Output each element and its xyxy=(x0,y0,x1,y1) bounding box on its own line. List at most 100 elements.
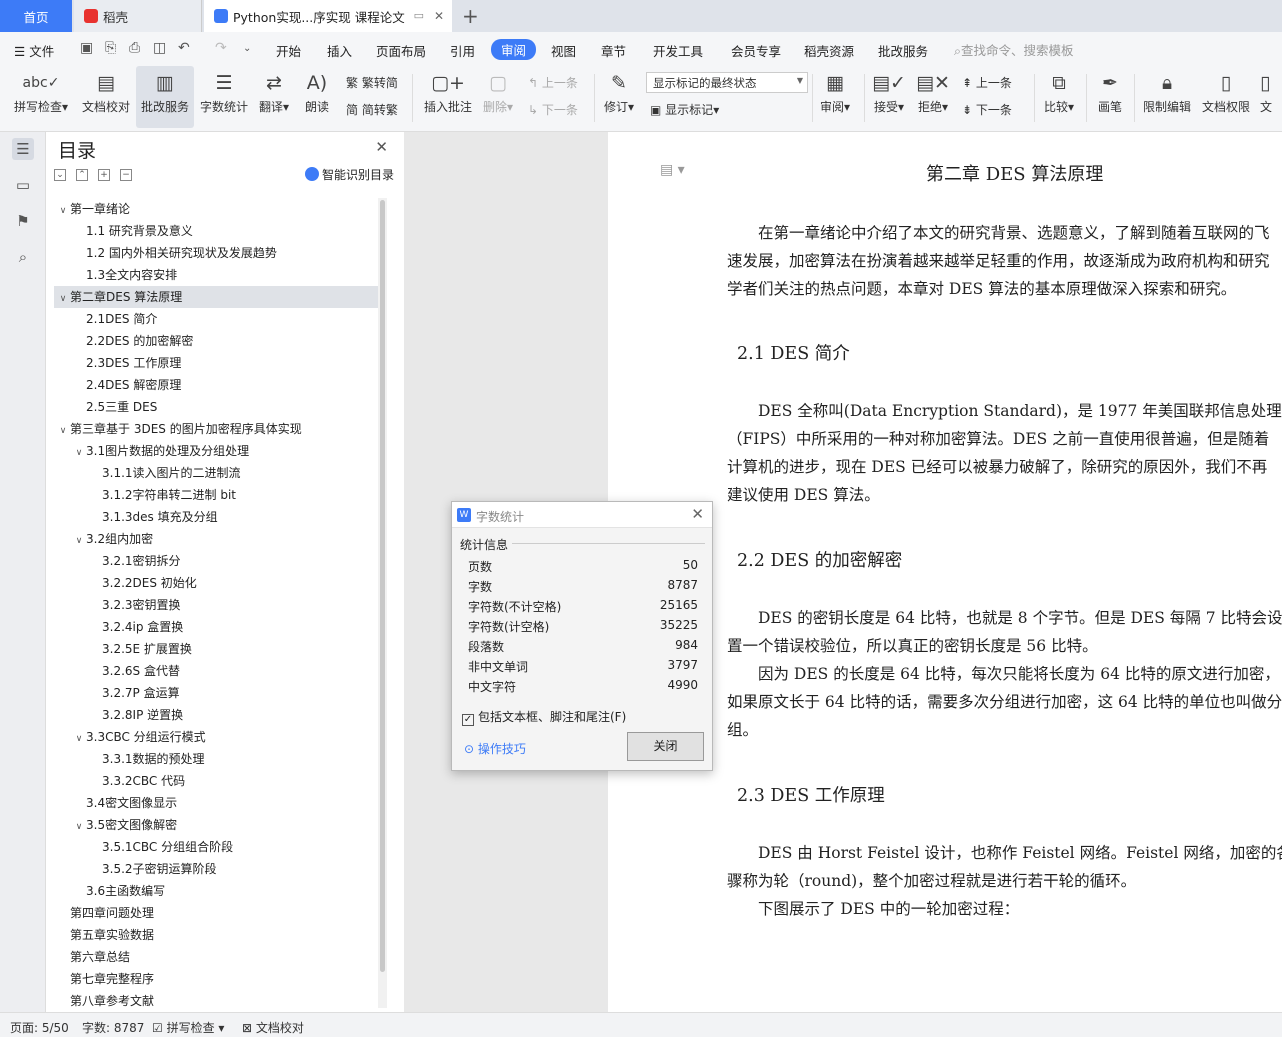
menu-review[interactable]: 审阅 xyxy=(491,39,537,60)
word-count-status[interactable]: 字数: 8787 xyxy=(82,1019,144,1036)
insert-comment-button[interactable]: ▢+ 插入批注 xyxy=(420,66,476,128)
tab-home[interactable]: 首页 xyxy=(0,0,72,32)
prev-comment-button[interactable]: ↰ 上一条 xyxy=(528,74,578,91)
toc-item[interactable]: 3.5.2子密钥运算阶段 xyxy=(54,858,380,880)
toc-item[interactable]: 3.5.1CBC 分组组合阶段 xyxy=(54,836,380,858)
delete-comment-button[interactable]: ▢ 删除▾ xyxy=(480,66,516,128)
toc-item[interactable]: 3.6主函数编写 xyxy=(54,880,380,902)
toc-item[interactable]: 第八章参考文献 xyxy=(54,990,380,1008)
chapter-nav-icon[interactable]: ▭ xyxy=(12,174,34,196)
tips-link[interactable]: ⊙ 操作技巧 xyxy=(464,740,526,757)
toc-expand-icon[interactable]: ∨ xyxy=(72,530,86,552)
toc-item[interactable]: ∨ 3.3CBC 分组运行模式 xyxy=(54,726,380,748)
proofread-status[interactable]: ⊠ 文档校对 xyxy=(242,1019,304,1036)
read-aloud-button[interactable]: A) 朗读 xyxy=(300,66,334,128)
spell-check-status[interactable]: ☑ 拼写检查 ▾ xyxy=(152,1019,224,1036)
toc-expand-icon[interactable]: ∨ xyxy=(56,288,70,310)
translate-button[interactable]: ⇄ 翻译▾ xyxy=(256,66,292,128)
compare-button[interactable]: ⧉ 比较▾ xyxy=(1040,66,1078,128)
to-simplified-button[interactable]: 简 简转繁 xyxy=(346,101,398,118)
menu-start[interactable]: 开始 xyxy=(276,41,301,60)
close-button[interactable]: 关闭 xyxy=(627,732,704,761)
toc-item[interactable]: ∨ 第一章绪论 xyxy=(54,198,380,220)
print-preview-icon[interactable]: ◫ xyxy=(153,40,166,56)
doc-cut-button[interactable]: ▯ 文 xyxy=(1260,66,1282,128)
dialog-titlebar[interactable]: W 字数统计 ✕ xyxy=(452,502,712,528)
toc-item[interactable]: 1.3全文内容安排 xyxy=(54,264,380,286)
toc-item[interactable]: 2.4DES 解密原理 xyxy=(54,374,380,396)
dialog-close-icon[interactable]: ✕ xyxy=(691,505,704,523)
toc-item[interactable]: ∨ 3.5密文图像解密 xyxy=(54,814,380,836)
smart-toc-button[interactable]: 智能识别目录 xyxy=(304,166,394,183)
revise-button[interactable]: ✎ 修订▾ xyxy=(600,66,638,128)
toc-item[interactable]: 3.2.6S 盒代替 xyxy=(54,660,380,682)
word-count-button[interactable]: ☰ 字数统计 xyxy=(198,66,250,128)
toc-item[interactable]: 3.2.2DES 初始化 xyxy=(54,572,380,594)
menu-member[interactable]: 会员专享 xyxy=(731,41,781,60)
toc-item[interactable]: ∨ 第二章DES 算法原理 xyxy=(54,286,380,308)
menu-daoke-resources[interactable]: 稻壳资源 xyxy=(804,41,854,60)
toc-item[interactable]: 第七章完整程序 xyxy=(54,968,380,990)
print-icon[interactable]: ⎙ xyxy=(129,40,140,56)
toc-item[interactable]: ∨ 3.2组内加密 xyxy=(54,528,380,550)
pin-icon[interactable]: ▭ xyxy=(414,9,424,22)
show-markup-button[interactable]: ▣ 显示标记▾ xyxy=(650,101,719,118)
file-menu[interactable]: ☰ 文件 xyxy=(14,41,54,60)
spell-check-button[interactable]: abc✓ 拼写检查▾ xyxy=(8,66,74,128)
toc-item[interactable]: 3.2.4ip 盒置换 xyxy=(54,616,380,638)
export-pdf-icon[interactable]: ⎘ xyxy=(105,40,116,56)
to-traditional-button[interactable]: 繁 繁转简 xyxy=(346,74,398,91)
toc-item[interactable]: 第六章总结 xyxy=(54,946,380,968)
toc-item[interactable]: 3.1.1读入图片的二进制流 xyxy=(54,462,380,484)
menu-page-layout[interactable]: 页面布局 xyxy=(376,41,426,60)
toc-expand-icon[interactable]: ∨ xyxy=(72,728,86,750)
toc-item[interactable]: 2.5三重 DES xyxy=(54,396,380,418)
menu-chapter[interactable]: 章节 xyxy=(601,41,626,60)
tab-daoke[interactable]: 稻壳 xyxy=(74,0,202,32)
include-textbox-checkbox[interactable]: ✓ 包括文本框、脚注和尾注(F) xyxy=(462,708,626,726)
doc-permission-button[interactable]: ▯ 文档权限 xyxy=(1200,66,1252,128)
command-search[interactable]: ⌕查找命令、搜索模板 xyxy=(954,40,1074,59)
search-panel-icon[interactable]: ⌕ xyxy=(12,246,34,268)
add-heading-icon[interactable]: + xyxy=(98,169,110,181)
toc-item[interactable]: 3.1.2字符串转二进制 bit xyxy=(54,484,380,506)
bookmark-icon[interactable]: ⚑ xyxy=(12,210,34,232)
accept-button[interactable]: ▤✓ 接受▾ xyxy=(870,66,908,128)
quick-access-dropdown-icon[interactable]: ⌄ xyxy=(243,43,251,54)
tab-document[interactable]: Python实现...序实现 课程论文 ▭ ✕ xyxy=(204,0,452,32)
toc-expand-icon[interactable]: ∨ xyxy=(56,420,70,442)
toc-item[interactable]: ∨ 3.1图片数据的处理及分组处理 xyxy=(54,440,380,462)
document-options-icon[interactable]: ▤ ▾ xyxy=(660,162,685,178)
review-pane-button[interactable]: ▦ 审阅▾ xyxy=(816,66,854,128)
expand-all-icon[interactable]: ⌄ xyxy=(54,169,66,181)
remove-heading-icon[interactable]: − xyxy=(120,169,132,181)
toc-item[interactable]: 3.1.3des 填充及分组 xyxy=(54,506,380,528)
toc-panel-icon[interactable]: ☰ xyxy=(12,138,34,160)
toc-expand-icon[interactable]: ∨ xyxy=(72,442,86,464)
menu-reference[interactable]: 引用 xyxy=(450,41,475,60)
menu-developer[interactable]: 开发工具 xyxy=(653,41,703,60)
doc-check-button[interactable]: ▤ 文档校对 xyxy=(78,66,134,128)
reject-button[interactable]: ▤✕ 拒绝▾ xyxy=(914,66,952,128)
save-icon[interactable]: ▣ xyxy=(80,40,93,56)
toc-item[interactable]: 1.2 国内外相关研究现状及发展趋势 xyxy=(54,242,380,264)
next-change-button[interactable]: ⇟ 下一条 xyxy=(962,101,1012,118)
toc-item[interactable]: 第五章实验数据 xyxy=(54,924,380,946)
collapse-all-icon[interactable]: ⌃ xyxy=(76,169,88,181)
toc-item[interactable]: 3.4密文图像显示 xyxy=(54,792,380,814)
toc-item[interactable]: 3.2.5E 扩展置换 xyxy=(54,638,380,660)
toc-item[interactable]: 3.3.1数据的预处理 xyxy=(54,748,380,770)
toc-item[interactable]: 3.2.3密钥置换 xyxy=(54,594,380,616)
new-tab-icon[interactable]: + xyxy=(462,4,479,28)
undo-icon[interactable]: ↶ xyxy=(178,40,190,56)
review-service-button[interactable]: ▥ 批改服务 xyxy=(136,66,194,128)
toc-item[interactable]: 1.1 研究背景及意义 xyxy=(54,220,380,242)
next-comment-button[interactable]: ↳ 下一条 xyxy=(528,101,578,118)
toc-item[interactable]: 2.2DES 的加密解密 xyxy=(54,330,380,352)
redo-icon[interactable]: ↷ xyxy=(215,40,227,56)
toc-item[interactable]: 3.2.8IP 逆置换 xyxy=(54,704,380,726)
menu-review-service[interactable]: 批改服务 xyxy=(878,41,928,60)
prev-change-button[interactable]: ⇞ 上一条 xyxy=(962,74,1012,91)
toc-item[interactable]: 3.3.2CBC 代码 xyxy=(54,770,380,792)
markup-state-select[interactable]: 显示标记的最终状态 ▼ xyxy=(646,72,808,93)
